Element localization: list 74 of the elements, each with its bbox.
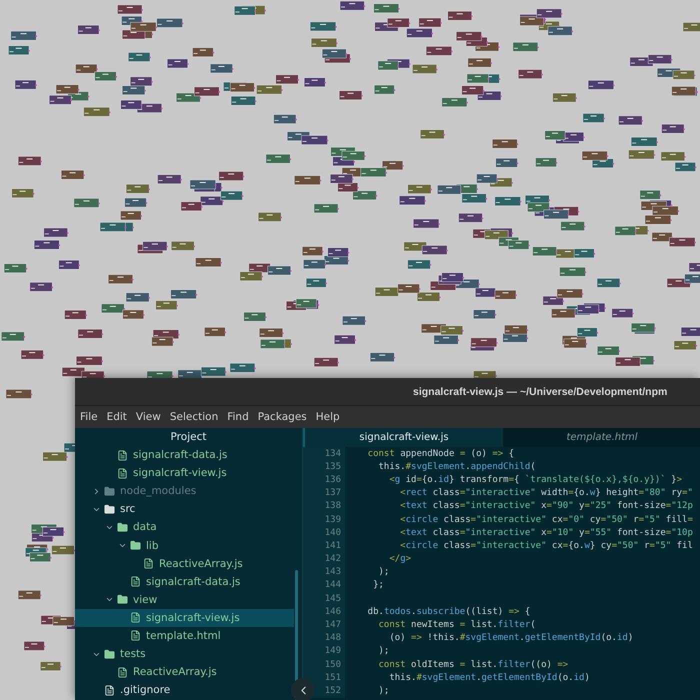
code-line: <circle class="interactive" cx={o.w} cy="50" r="5" fil	[399, 540, 693, 551]
tree-label: ReactiveArray.js	[133, 666, 217, 678]
code-line: const oldItems = list.filter((o) =>	[378, 660, 568, 670]
tree-label: ReactiveArray.js	[159, 558, 243, 570]
line-number: 138	[324, 501, 341, 512]
code-line: const newItems = list.filter(	[378, 620, 536, 630]
window-title: signalcraft-view.js — ~/Universe/Development/npm	[413, 386, 668, 398]
line-number: 146	[324, 606, 341, 617]
tree-row[interactable]: data	[75, 518, 294, 536]
code-line: db.todos.subscribe((list) => {	[366, 606, 530, 617]
tree-row[interactable]: .gitignore	[75, 681, 294, 700]
code-line: };	[372, 580, 384, 590]
line-number: 145	[324, 594, 341, 604]
editor-tab[interactable]: signalcraft-view.js	[303, 428, 503, 447]
menu-item[interactable]: Selection	[170, 411, 218, 423]
code-line: <g id={o.id} transform={ `translate(${o.x},${o.y})` }>	[388, 474, 682, 485]
code-line: );	[378, 686, 390, 696]
tree-label: .gitignore	[120, 684, 170, 696]
tree-row[interactable]: lib	[75, 536, 294, 555]
tree-row[interactable]: signalcraft-data.js	[75, 446, 294, 464]
tree-row[interactable]: template.html	[75, 626, 294, 646]
code-line: );	[378, 646, 390, 656]
menu-item[interactable]: Edit	[106, 411, 127, 423]
menu-item[interactable]: File	[80, 411, 98, 423]
line-number: 141	[324, 540, 341, 551]
code-line: <circle class="interactive" cx="0" cy="50" r="5" fill=	[399, 514, 693, 525]
line-number: 152	[324, 686, 341, 696]
line-number: 148	[324, 633, 341, 644]
tree-label: view	[133, 594, 158, 606]
code-line: const appendNode = (o) => {	[366, 448, 514, 459]
code-line: </g>	[388, 554, 412, 564]
line-number: 139	[324, 514, 341, 525]
tree-label: src	[120, 503, 136, 516]
tree-label: signalcraft-view.js	[133, 467, 227, 480]
menu-item[interactable]: Help	[316, 411, 340, 423]
menu-item[interactable]: Find	[227, 411, 249, 423]
line-number: 137	[324, 488, 341, 498]
tree-row[interactable]: signalcraft-view.js	[75, 608, 294, 627]
code-line: <rect class="interactive" width={o.w} height="80" ry="	[399, 488, 693, 498]
tree-row[interactable]: view	[75, 590, 294, 609]
menu-item[interactable]: View	[136, 411, 161, 423]
line-number: 142	[324, 554, 341, 564]
tree-label: signalcraft-view.js	[146, 612, 240, 624]
line-number: 147	[324, 620, 341, 630]
tree-label: signalcraft-data.js	[146, 576, 240, 588]
code-line: this.#svgElement.getElementById(o.id)	[388, 672, 590, 683]
code-line: <text class="interactive" x="10" y="55" font-size="10p	[399, 528, 693, 538]
menu-item[interactable]: Packages	[258, 411, 307, 423]
tree-row[interactable]: signalcraft-view.js	[75, 464, 294, 482]
code-line: (o) => !this.#svgElement.getElementById(o.id)	[388, 633, 634, 644]
line-number: 149	[324, 646, 341, 656]
tree-row[interactable]: src	[75, 500, 294, 518]
line-number: 150	[324, 660, 341, 670]
tree-label: node_modules	[120, 485, 196, 498]
line-number: 134	[324, 448, 341, 459]
code-line: this.#svgElement.appendChild(	[378, 462, 536, 472]
tree-label: lib	[146, 540, 158, 552]
tree-row[interactable]: signalcraft-data.js	[75, 572, 294, 591]
panel-title: Project	[170, 431, 206, 443]
tree-label: data	[133, 521, 157, 534]
tree-row[interactable]: ReactiveArray.js	[75, 554, 294, 573]
code-line: );	[378, 567, 390, 578]
line-number: 144	[324, 580, 341, 590]
tree-row[interactable]: ReactiveArray.js	[75, 663, 294, 682]
line-number: 143	[324, 567, 341, 578]
tree-row[interactable]: tests	[75, 645, 294, 664]
tree-label: tests	[120, 648, 146, 660]
tree-label: template.html	[146, 630, 221, 642]
line-number: 136	[324, 474, 341, 485]
tree-label: signalcraft-data.js	[133, 449, 228, 462]
code-line: <text class="interactive" x="90" y="25" font-size="12p	[399, 501, 693, 512]
line-number: 140	[324, 528, 341, 538]
line-number: 135	[324, 462, 341, 472]
line-number: 151	[324, 672, 341, 683]
